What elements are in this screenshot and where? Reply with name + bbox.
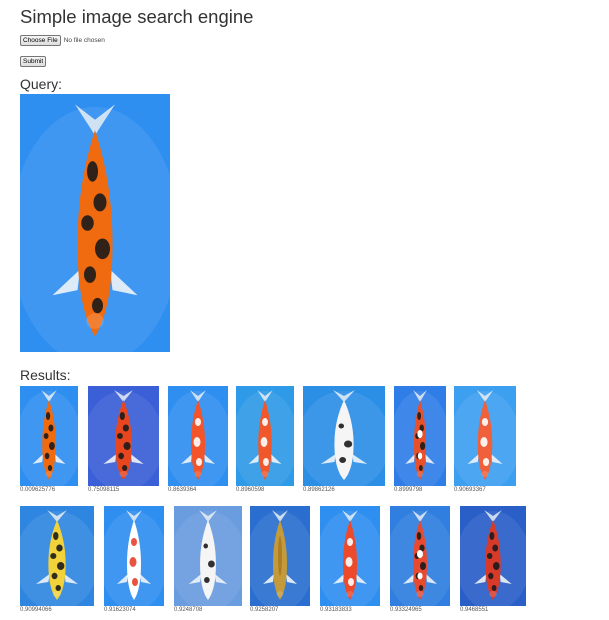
results-grid: 0.009625776 0.75098115 0.8639364 0.8960598 0… [20, 386, 600, 618]
result-image [250, 506, 310, 606]
result-item: 0.93183833 [320, 506, 380, 614]
result-image [88, 386, 159, 486]
result-image [394, 386, 446, 486]
page: Simple image search engine Choose File N… [10, 6, 600, 618]
result-score: 0.91623074 [104, 607, 136, 613]
result-item: 0.90994066 [20, 506, 94, 614]
results-row: 0.009625776 0.75098115 0.8639364 0.8960598 0… [20, 386, 600, 498]
result-item: 0.75098115 [88, 386, 159, 494]
result-score: 0.9468551 [460, 607, 489, 613]
result-score: 0.90693367 [454, 487, 486, 493]
result-score: 0.90994066 [20, 607, 52, 613]
result-image [390, 506, 450, 606]
file-status-text: No file chosen [63, 36, 105, 44]
result-item: 0.8639364 [168, 386, 228, 494]
result-image [236, 386, 294, 486]
result-image [174, 506, 242, 606]
results-row: 0.90994066 0.91623074 0.9248708 0.9258207 0.… [20, 506, 600, 618]
result-score: 0.93183833 [320, 607, 352, 613]
result-score: 0.89862126 [303, 487, 335, 493]
result-score: 0.9248708 [174, 607, 203, 613]
submit-button[interactable]: Submit [20, 56, 47, 67]
result-item: 0.009625776 [20, 386, 78, 494]
result-item: 0.8960598 [236, 386, 294, 494]
result-score: 0.8639364 [168, 487, 197, 493]
result-image [454, 386, 516, 486]
result-score: 0.8999798 [394, 487, 423, 493]
result-item: 0.9468551 [460, 506, 526, 614]
result-score: 0.8960598 [236, 487, 265, 493]
result-image [168, 386, 228, 486]
result-image [20, 506, 94, 606]
results-heading: Results: [20, 367, 71, 383]
result-item: 0.9258207 [250, 506, 310, 614]
result-score: 0.9258207 [250, 607, 279, 613]
result-item: 0.8999798 [394, 386, 446, 494]
file-input[interactable]: Choose File No file chosen [20, 34, 600, 46]
result-item: 0.91623074 [104, 506, 164, 614]
choose-file-button[interactable]: Choose File [20, 34, 61, 46]
result-score: 0.75098115 [88, 487, 120, 493]
result-item: 0.93324965 [390, 506, 450, 614]
result-item: 0.9248708 [174, 506, 242, 614]
page-title: Simple image search engine [20, 6, 254, 27]
result-image [303, 386, 385, 486]
result-score: 0.93324965 [390, 607, 422, 613]
query-image [10, 94, 180, 365]
result-image [320, 506, 380, 606]
query-heading: Query: [20, 76, 63, 92]
result-image [460, 506, 526, 606]
result-image [20, 386, 78, 486]
result-item: 0.90693367 [454, 386, 516, 494]
result-score: 0.009625776 [20, 487, 56, 493]
result-item: 0.89862126 [303, 386, 385, 494]
result-image [104, 506, 164, 606]
